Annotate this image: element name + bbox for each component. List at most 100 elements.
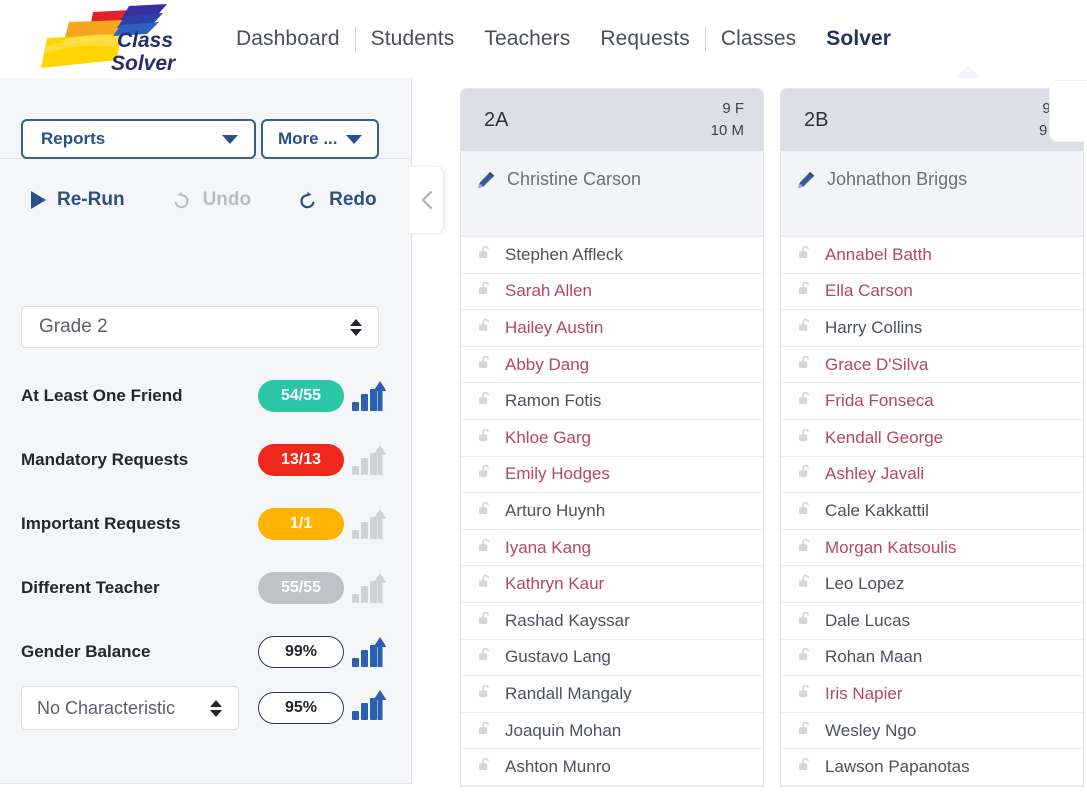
student-row[interactable]: Khloe Garg: [461, 420, 763, 457]
metric-label: At Least One Friend: [21, 386, 183, 406]
unlocked-icon[interactable]: [798, 428, 813, 448]
student-row[interactable]: Cale Kakkattil: [781, 493, 1083, 530]
metric-badge[interactable]: 54/55: [258, 380, 344, 412]
bar-chart-icon[interactable]: [352, 690, 386, 720]
bar-chart-icon[interactable]: [352, 381, 386, 411]
unlocked-icon[interactable]: [478, 245, 493, 265]
student-row[interactable]: Iris Napier: [781, 676, 1083, 713]
student-row[interactable]: Emily Hodges: [461, 457, 763, 494]
pencil-icon[interactable]: [477, 171, 495, 194]
characteristic-badge[interactable]: 95%: [258, 692, 344, 724]
metric-badge[interactable]: 99%: [258, 636, 344, 668]
collapse-panel-button[interactable]: [410, 166, 444, 234]
student-row[interactable]: Arturo Huynh: [461, 493, 763, 530]
student-row[interactable]: Randall Mangaly: [461, 676, 763, 713]
student-name: Iyana Kang: [505, 538, 591, 558]
nav-item-teachers[interactable]: Teachers: [484, 27, 570, 51]
nav-item-classes[interactable]: Classes: [721, 27, 796, 51]
unlocked-icon[interactable]: [478, 355, 493, 375]
unlocked-icon[interactable]: [478, 757, 493, 777]
characteristic-select[interactable]: No Characteristic: [21, 686, 239, 730]
nav-item-dashboard[interactable]: Dashboard: [236, 27, 340, 51]
grade-select[interactable]: Grade 2: [21, 306, 379, 348]
student-row[interactable]: Sarah Allen: [461, 274, 763, 311]
nav-item-solver[interactable]: Solver: [826, 27, 891, 51]
student-row[interactable]: Leo Lopez: [781, 566, 1083, 603]
unlocked-icon[interactable]: [478, 318, 493, 338]
unlocked-icon[interactable]: [478, 721, 493, 741]
unlocked-icon[interactable]: [798, 757, 813, 777]
nav-item-requests[interactable]: Requests: [600, 27, 690, 51]
unlocked-icon[interactable]: [478, 647, 493, 667]
student-row[interactable]: Stephen Affleck: [461, 237, 763, 274]
redo-button[interactable]: Redo: [297, 189, 377, 211]
student-row[interactable]: Joaquin Mohan: [461, 713, 763, 750]
student-row[interactable]: Harry Collins: [781, 310, 1083, 347]
student-row[interactable]: Abby Dang: [461, 347, 763, 384]
student-row[interactable]: Kathryn Kaur: [461, 566, 763, 603]
unlocked-icon[interactable]: [478, 611, 493, 631]
more-dropdown-button[interactable]: More ...: [261, 119, 379, 159]
unlocked-icon[interactable]: [798, 684, 813, 704]
unlocked-icon[interactable]: [478, 428, 493, 448]
bar-chart-icon[interactable]: [352, 573, 386, 603]
student-name: Gustavo Lang: [505, 647, 611, 667]
bar-chart-icon[interactable]: [352, 637, 386, 667]
unlocked-icon[interactable]: [478, 391, 493, 411]
unlocked-icon[interactable]: [798, 464, 813, 484]
student-row[interactable]: Annabel Batth: [781, 237, 1083, 274]
nav-item-students[interactable]: Students: [371, 27, 455, 51]
student-row[interactable]: Hailey Austin: [461, 310, 763, 347]
class-teacher-row[interactable]: Johnathon Briggs: [781, 151, 1083, 237]
student-row[interactable]: Ashton Munro: [461, 749, 763, 786]
student-row[interactable]: Ramon Fotis: [461, 383, 763, 420]
student-row[interactable]: Frida Fonseca: [781, 383, 1083, 420]
bar-chart-icon[interactable]: [352, 509, 386, 539]
student-row[interactable]: Grace D'Silva: [781, 347, 1083, 384]
reports-dropdown-button[interactable]: Reports: [21, 119, 256, 159]
characteristic-row: No Characteristic 95%: [0, 686, 412, 750]
metric-badge[interactable]: 55/55: [258, 572, 344, 604]
unlocked-icon[interactable]: [478, 574, 493, 594]
unlocked-icon[interactable]: [798, 281, 813, 301]
student-row[interactable]: Iyana Kang: [461, 530, 763, 567]
unlocked-icon[interactable]: [798, 318, 813, 338]
metric-badge[interactable]: 1/1: [258, 508, 344, 540]
unlocked-icon[interactable]: [798, 501, 813, 521]
student-row[interactable]: Wesley Ngo: [781, 713, 1083, 750]
unlocked-icon[interactable]: [798, 391, 813, 411]
re-run-button[interactable]: Re-Run: [31, 189, 125, 211]
class-solver-logo[interactable]: Class Solver: [33, 2, 183, 76]
student-row[interactable]: Gustavo Lang: [461, 640, 763, 677]
class-teacher-row[interactable]: Christine Carson: [461, 151, 763, 237]
undo-button[interactable]: Undo: [171, 189, 252, 211]
student-row[interactable]: Rohan Maan: [781, 640, 1083, 677]
undo-label: Undo: [203, 189, 252, 211]
student-row[interactable]: Rashad Kayssar: [461, 603, 763, 640]
unlocked-icon[interactable]: [798, 647, 813, 667]
unlocked-icon[interactable]: [478, 464, 493, 484]
student-name: Arturo Huynh: [505, 501, 605, 521]
student-name: Lawson Papanotas: [825, 757, 970, 777]
unlocked-icon[interactable]: [478, 501, 493, 521]
student-row[interactable]: Morgan Katsoulis: [781, 530, 1083, 567]
metric-badge[interactable]: 13/13: [258, 444, 344, 476]
solver-action-row: Re-Run Undo Redo: [0, 160, 412, 240]
unlocked-icon[interactable]: [798, 538, 813, 558]
unlocked-icon[interactable]: [478, 684, 493, 704]
student-row[interactable]: Lawson Papanotas: [781, 749, 1083, 786]
unlocked-icon[interactable]: [798, 574, 813, 594]
unlocked-icon[interactable]: [798, 355, 813, 375]
student-row[interactable]: Kendall George: [781, 420, 1083, 457]
unlocked-icon[interactable]: [798, 721, 813, 741]
unlocked-icon[interactable]: [478, 281, 493, 301]
unlocked-icon[interactable]: [478, 538, 493, 558]
student-row[interactable]: Dale Lucas: [781, 603, 1083, 640]
student-name: Abby Dang: [505, 355, 589, 375]
unlocked-icon[interactable]: [798, 611, 813, 631]
student-row[interactable]: Ella Carson: [781, 274, 1083, 311]
student-row[interactable]: Ashley Javali: [781, 457, 1083, 494]
unlocked-icon[interactable]: [798, 245, 813, 265]
pencil-icon[interactable]: [797, 171, 815, 194]
bar-chart-icon[interactable]: [352, 445, 386, 475]
